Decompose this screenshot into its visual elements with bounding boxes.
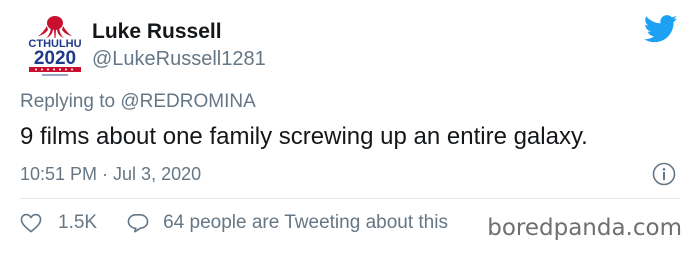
tweet-text: 9 films about one family screwing up an … (20, 123, 588, 150)
reply-prefix: Replying to (20, 91, 121, 112)
watermark: boredpanda.com (487, 215, 682, 241)
author-handle[interactable]: @LukeRussell1281 (92, 48, 266, 71)
tweet-timestamp[interactable]: 10:51 PM · Jul 3, 2020 (20, 164, 201, 185)
avatar[interactable]: CTHULHU 2020 (20, 14, 90, 84)
tweet-actions: 1.5K 64 people are Tweeting about this (20, 212, 448, 234)
divider (20, 198, 680, 199)
author-name[interactable]: Luke Russell (92, 20, 222, 44)
twitter-bird-icon[interactable] (644, 15, 678, 43)
reply-mention-link[interactable]: @REDROMINA (120, 91, 255, 112)
like-count[interactable]: 1.5K (58, 212, 97, 234)
speech-bubble-icon[interactable] (127, 213, 149, 233)
reply-context: Replying to @REDROMINA (20, 91, 256, 113)
conversation-link[interactable]: 64 people are Tweeting about this (163, 212, 448, 234)
info-icon[interactable] (652, 162, 676, 186)
heart-icon[interactable] (20, 213, 42, 233)
tweet-card: CTHULHU 2020 Luke Russell @LukeRussell12… (0, 0, 700, 253)
avatar-logo-year: 2020 (34, 48, 76, 69)
